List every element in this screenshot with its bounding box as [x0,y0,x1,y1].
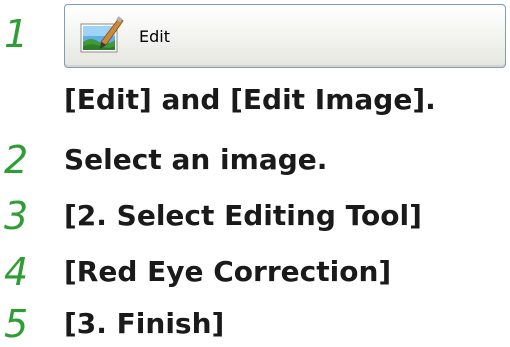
step-3-text: [2. Select Editing Tool] [64,199,422,232]
edit-image-icon [80,16,124,53]
step-5-text: [3. Finish] [64,307,225,340]
step-4-text: [Red Eye Correction] [64,255,392,288]
step-number-3: 3 [4,194,29,238]
step-number-4: 4 [4,250,29,294]
step-1-note: [Edit] and [Edit Image]. [64,83,436,116]
step-2-text: Select an image. [64,143,328,176]
step-number-1: 1 [4,12,29,56]
step-number-2: 2 [4,138,29,182]
edit-button[interactable]: Edit [64,4,506,68]
step-number-5: 5 [4,302,29,346]
edit-button-label: Edit [139,26,170,46]
